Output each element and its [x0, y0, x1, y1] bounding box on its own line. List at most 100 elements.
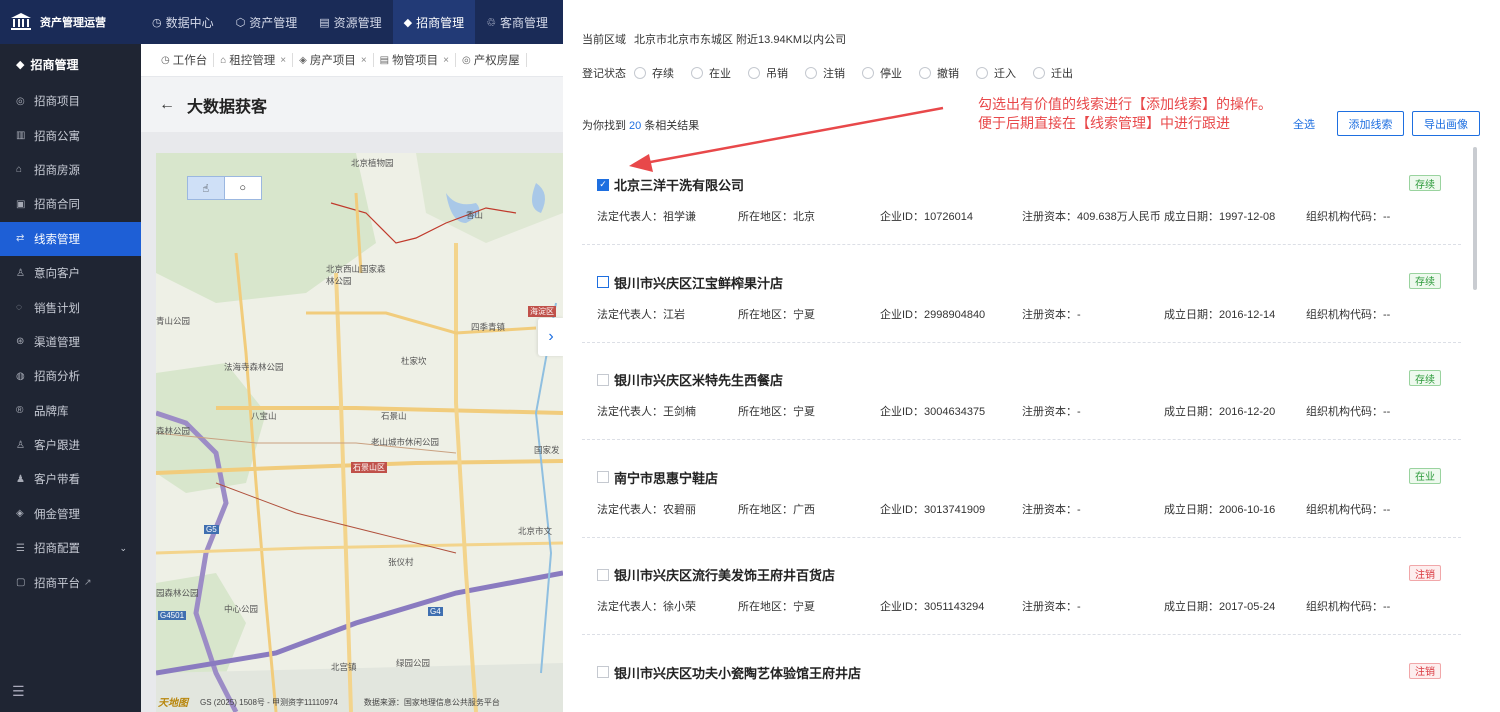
field-label: 所在地区：	[738, 211, 793, 223]
sidebar-item[interactable]: ® 品牌库	[0, 394, 141, 428]
sidebar-item-label: 线索管理	[34, 233, 80, 246]
close-icon[interactable]: ×	[361, 55, 367, 66]
map-view[interactable]: ☝ ○ 北京植物园 香山 北京西山国家森林公园 四季青镇 青山公园 法海寺森林公…	[156, 153, 563, 712]
sidebar-item[interactable]: ⊛ 渠道管理	[0, 325, 141, 359]
sidebar-item-label: 客户跟进	[34, 440, 80, 453]
company-checkbox[interactable]	[597, 471, 609, 483]
radio-circle	[748, 67, 760, 79]
company-card[interactable]: 银川市兴庆区江宝鲜榨果汁店 存续 法定代表人：江岩 所在地区：宁夏 企业ID：29989…	[582, 246, 1461, 343]
company-checkbox[interactable]: ✓	[597, 178, 609, 191]
map-label: 北京市文	[518, 526, 553, 536]
field-id: 企业ID：3013741909	[880, 501, 985, 517]
top-nav-item[interactable]: ▤ 资源管理	[308, 0, 392, 44]
tab-label: 房产项目	[309, 55, 356, 67]
tab-item[interactable]: ◎ 产权房屋	[456, 53, 527, 67]
sidebar-item[interactable]: ◈ 佣金管理	[0, 497, 141, 531]
tab-icon: ⌂	[220, 54, 227, 66]
back-arrow-icon[interactable]: ←	[159, 96, 175, 114]
field-value: 409.638万人民币	[1077, 211, 1161, 223]
field-value: 祖学谦	[663, 211, 696, 223]
menu-icon: ⊛	[16, 336, 25, 348]
field-label: 法定代表人：	[597, 308, 663, 321]
map-tool-group: ☝ ○	[187, 176, 262, 200]
select-all-button[interactable]: 全选	[1293, 116, 1315, 132]
top-nav-label: 资源管理	[333, 15, 382, 30]
diamond-icon: ◆	[16, 58, 25, 71]
add-lead-button[interactable]: 添加线索	[1337, 111, 1404, 136]
close-icon[interactable]: ×	[280, 55, 286, 66]
company-card[interactable]: 银川市兴庆区流行美发饰王府井百货店 注销 法定代表人：徐小荣 所在地区：宁夏 企业ID：…	[582, 538, 1461, 635]
sidebar-item[interactable]: ▥ 招商公寓	[0, 118, 141, 152]
company-card[interactable]: 银川市兴庆区米特先生西餐店 存续 法定代表人：王剑楠 所在地区：宁夏 企业ID：3004…	[582, 343, 1461, 440]
status-radio[interactable]: 吊销	[748, 65, 788, 81]
circle-tool-icon[interactable]: ○	[225, 177, 262, 199]
sidebar-section-label: 招商管理	[30, 57, 79, 72]
field-value: --	[1383, 308, 1391, 321]
top-nav-label: 数据中心	[165, 15, 214, 30]
company-checkbox[interactable]	[597, 373, 609, 386]
company-checkbox[interactable]	[597, 666, 609, 678]
field-value: --	[1383, 601, 1391, 613]
sidebar-item[interactable]: ▢ 招商平台 ↗	[0, 565, 141, 599]
top-nav-item[interactable]: ◷ 数据中心	[141, 0, 225, 44]
collapse-menu-icon[interactable]: ☰	[12, 683, 25, 700]
company-card[interactable]: 南宁市思惠宁鞋店 在业 法定代表人：农碧丽 所在地区：广西 企业ID：301374190…	[582, 441, 1461, 538]
sidebar-item[interactable]: ◎ 招商项目	[0, 84, 141, 118]
status-radio[interactable]: 在业	[691, 65, 731, 81]
field-value: 2006-10-16	[1219, 503, 1276, 516]
status-radio[interactable]: 注销	[805, 65, 845, 81]
expand-panel-icon[interactable]: ›	[538, 318, 564, 356]
company-checkbox[interactable]	[597, 276, 609, 288]
field-value: 宁夏	[793, 406, 815, 418]
status-radio[interactable]: 存续	[634, 65, 674, 81]
field-value: --	[1383, 211, 1391, 223]
sidebar-item[interactable]: ♙ 客户跟进	[0, 428, 141, 462]
app-brand[interactable]: 资产管理运营	[0, 0, 141, 44]
status-radio[interactable]: 停业	[862, 65, 902, 81]
field-value: 2017-05-24	[1219, 601, 1276, 613]
field-legal: 法定代表人：农碧丽	[597, 501, 696, 517]
company-name-row: 银川市兴庆区江宝鲜榨果汁店	[597, 273, 783, 292]
hand-tool-icon[interactable]: ☝	[188, 177, 225, 199]
tab-item[interactable]: ◈ 房产项目 ×	[293, 53, 374, 67]
menu-icon: ▥	[16, 130, 26, 142]
scrollbar[interactable]	[1473, 147, 1477, 290]
status-radio[interactable]: 迁入	[976, 65, 1016, 81]
area-value: 北京市北京市东城区 附近13.94KM以内公司	[634, 34, 847, 46]
tab-label: 租控管理	[229, 55, 276, 67]
status-radio[interactable]: 撤销	[919, 65, 959, 81]
field-capital: 注册资本：-	[1022, 306, 1081, 322]
top-nav-item[interactable]: ◆ 招商管理	[392, 0, 476, 44]
field-capital: 注册资本：-	[1022, 598, 1081, 614]
sidebar-item[interactable]: ♟ 客户带看	[0, 462, 141, 496]
sidebar-item[interactable]: ⇄ 线索管理	[0, 221, 141, 256]
field-region: 所在地区：宁夏	[738, 598, 815, 614]
sidebar-item[interactable]: ▣ 招商合同	[0, 187, 141, 221]
sidebar-section-title[interactable]: ◆ 招商管理	[0, 44, 141, 84]
annotation-line: 勾选出有价值的线索进行【添加线索】的操作。	[978, 96, 1272, 112]
radio-circle	[1033, 67, 1045, 79]
company-name: 南宁市思惠宁鞋店	[614, 470, 719, 486]
company-checkbox[interactable]	[597, 568, 609, 581]
field-id: 企业ID：10726014	[880, 208, 973, 224]
company-card[interactable]: ✓ 北京三洋干洗有限公司 存续 法定代表人：祖学谦 所在地区：北京 企业ID：107260…	[582, 148, 1461, 245]
sidebar-item[interactable]: ☰ 招商配置 ⌄	[0, 531, 141, 565]
sidebar-item[interactable]: ◍ 招商分析	[0, 359, 141, 393]
radio-label: 在业	[709, 68, 731, 80]
close-icon[interactable]: ×	[443, 55, 449, 66]
tab-item[interactable]: ▤ 物管项目 ×	[374, 53, 456, 67]
tab-item[interactable]: ◷ 工作台	[155, 53, 215, 67]
tab-item[interactable]: ⌂ 租控管理 ×	[214, 53, 294, 67]
status-radio[interactable]: 迁出	[1033, 65, 1073, 81]
status-badge: 存续	[1409, 370, 1441, 386]
company-card[interactable]: 银川市兴庆区功夫小瓷陶艺体验馆王府井店 注销	[582, 636, 1461, 712]
top-nav-item[interactable]: ♲ 客商管理	[475, 0, 559, 44]
sidebar-item[interactable]: ⌂ 招商房源	[0, 153, 141, 187]
radio-label: 迁出	[1051, 68, 1073, 80]
radio-circle	[862, 67, 874, 79]
top-nav-item[interactable]: ⬡ 资产管理	[225, 0, 309, 44]
sidebar-item-label: 招商合同	[34, 199, 80, 212]
export-profile-button[interactable]: 导出画像	[1412, 111, 1480, 136]
sidebar-item[interactable]: ◌ 销售计划	[0, 290, 141, 324]
sidebar-item[interactable]: ♙ 意向客户	[0, 256, 141, 290]
